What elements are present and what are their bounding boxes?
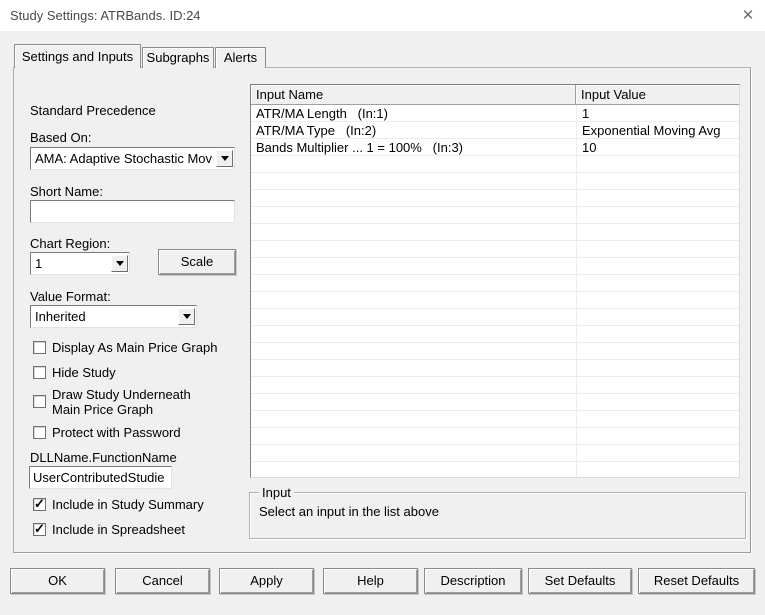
column-header-input-value[interactable]: Input Value: [576, 85, 739, 104]
checkbox-box[interactable]: [33, 366, 46, 379]
input-groupbox: Input Select an input in the list above: [249, 492, 746, 539]
chart-region-label: Chart Region:: [30, 236, 110, 251]
table-row[interactable]: ATR/MA Length (In:1) 1: [251, 105, 739, 122]
chart-region-value: 1: [31, 256, 111, 271]
checkbox-protect-with-password[interactable]: Protect with Password: [33, 425, 243, 440]
set-defaults-button[interactable]: Set Defaults: [528, 568, 632, 594]
cancel-button[interactable]: Cancel: [115, 568, 210, 594]
checkbox-label: Protect with Password: [52, 425, 243, 440]
based-on-combobox[interactable]: AMA: Adaptive Stochastic Mov: [30, 147, 235, 170]
input-group-title: Input: [259, 485, 294, 500]
column-header-input-name[interactable]: Input Name: [251, 85, 576, 104]
checkbox-draw-study-underneath[interactable]: Draw Study Underneath Main Price Graph: [33, 387, 213, 417]
tab-settings-and-inputs[interactable]: Settings and Inputs: [14, 44, 141, 68]
inputs-table: Input Name Input Value ATR/MA Length (In…: [250, 84, 740, 478]
checkbox-label: Draw Study Underneath Main Price Graph: [52, 387, 213, 417]
based-on-label: Based On:: [30, 130, 91, 145]
apply-button[interactable]: Apply: [219, 568, 314, 594]
input-group-message: Select an input in the list above: [259, 504, 439, 519]
study-settings-dialog: Study Settings: ATRBands. ID:24 ✕ Settin…: [0, 0, 765, 615]
scale-button[interactable]: Scale: [158, 249, 236, 275]
chevron-down-icon[interactable]: [178, 308, 195, 325]
inputs-table-header: Input Name Input Value: [251, 85, 739, 105]
checkbox-label: Display As Main Price Graph: [52, 340, 243, 355]
inputs-table-body: ATR/MA Length (In:1) 1 ATR/MA Type (In:2…: [251, 105, 739, 477]
help-button[interactable]: Help: [323, 568, 418, 594]
checkbox-box[interactable]: [33, 395, 46, 408]
checkbox-box[interactable]: [33, 426, 46, 439]
checkbox-include-in-spreadsheet[interactable]: Include in Spreadsheet: [33, 522, 243, 537]
tab-alerts[interactable]: Alerts: [215, 47, 266, 68]
table-row[interactable]: Bands Multiplier ... 1 = 100% (In:3) 10: [251, 139, 739, 156]
tab-subgraphs[interactable]: Subgraphs: [142, 47, 214, 68]
dll-function-input[interactable]: [29, 466, 172, 489]
precedence-label: Standard Precedence: [30, 103, 156, 118]
value-format-value: Inherited: [31, 309, 178, 324]
chart-region-combobox[interactable]: 1: [30, 252, 130, 275]
chevron-down-icon[interactable]: [216, 150, 233, 167]
title-bar: Study Settings: ATRBands. ID:24 ✕: [0, 0, 765, 31]
checkbox-label: Include in Study Summary: [52, 497, 243, 512]
input-name-cell[interactable]: ATR/MA Length (In:1): [251, 105, 577, 121]
description-button[interactable]: Description: [424, 568, 522, 594]
based-on-value: AMA: Adaptive Stochastic Mov: [31, 151, 216, 166]
checkbox-box[interactable]: [33, 523, 46, 536]
checkbox-hide-study[interactable]: Hide Study: [33, 365, 243, 380]
input-value-cell[interactable]: 1: [577, 105, 739, 121]
input-name-cell[interactable]: ATR/MA Type (In:2): [251, 122, 577, 138]
checkbox-include-in-study-summary[interactable]: Include in Study Summary: [33, 497, 243, 512]
checkbox-display-as-main-price-graph[interactable]: Display As Main Price Graph: [33, 340, 243, 355]
window-title: Study Settings: ATRBands. ID:24: [10, 8, 201, 23]
ok-button[interactable]: OK: [10, 568, 105, 594]
checkbox-box[interactable]: [33, 498, 46, 511]
value-format-combobox[interactable]: Inherited: [30, 305, 197, 328]
tab-page-join: [15, 66, 139, 68]
close-icon[interactable]: ✕: [736, 4, 760, 28]
reset-defaults-button[interactable]: Reset Defaults: [638, 568, 755, 594]
input-name-cell[interactable]: Bands Multiplier ... 1 = 100% (In:3): [251, 139, 577, 155]
input-value-cell[interactable]: 10: [577, 139, 739, 155]
dll-function-label: DLLName.FunctionName: [30, 450, 177, 465]
checkbox-box[interactable]: [33, 341, 46, 354]
input-value-cell[interactable]: Exponential Moving Avg: [577, 122, 739, 138]
chevron-down-icon[interactable]: [111, 255, 128, 272]
short-name-input[interactable]: [30, 200, 235, 223]
table-row[interactable]: ATR/MA Type (In:2) Exponential Moving Av…: [251, 122, 739, 139]
short-name-label: Short Name:: [30, 184, 103, 199]
empty-rows-area: [251, 156, 739, 477]
checkbox-label: Hide Study: [52, 365, 243, 380]
checkbox-label: Include in Spreadsheet: [52, 522, 243, 537]
value-format-label: Value Format:: [30, 289, 111, 304]
